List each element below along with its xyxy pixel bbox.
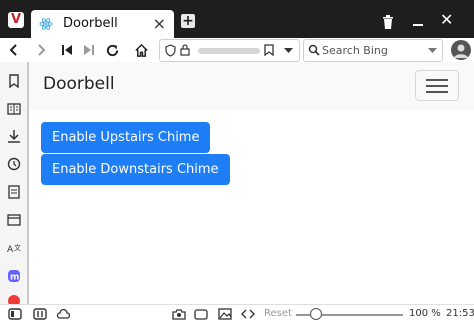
page-title[interactable]: Doorbell [43, 74, 115, 94]
panel-toggle-icon[interactable] [8, 308, 22, 320]
forward-icon[interactable] [31, 40, 51, 60]
back-icon[interactable] [4, 40, 24, 60]
window-panel-icon[interactable] [7, 213, 21, 227]
rewind-icon[interactable] [57, 40, 77, 60]
translate-icon[interactable]: A文 [7, 241, 21, 255]
image-icon[interactable] [218, 308, 232, 320]
search-field[interactable] [303, 39, 443, 62]
tab-doorbell[interactable]: Doorbell × [31, 10, 174, 38]
clock: 21:53 [446, 308, 474, 319]
svg-text:文: 文 [14, 243, 21, 252]
capture-icon[interactable] [172, 308, 186, 320]
close-icon[interactable]: × [153, 14, 166, 33]
tiling-icon[interactable] [33, 308, 47, 320]
history-icon[interactable] [7, 157, 21, 171]
home-icon[interactable] [131, 40, 151, 60]
minimize-icon[interactable] [413, 24, 423, 26]
side-panel: A文 m [0, 62, 28, 307]
shield-icon[interactable] [165, 44, 176, 57]
status-bar: Reset 100 % 21:53 [0, 304, 474, 323]
reload-icon[interactable] [102, 40, 122, 60]
zoom-reset-button[interactable]: Reset [264, 308, 292, 319]
window-icon[interactable] [194, 308, 208, 320]
navbar: Doorbell [29, 62, 474, 110]
dropdown-icon[interactable] [284, 48, 293, 54]
new-tab-icon[interactable]: + [181, 14, 195, 28]
web-page: Doorbell Enable Upstairs Chime Enable Do… [29, 62, 474, 304]
tab-bar: V Doorbell × + ✕ [0, 0, 474, 38]
notes-icon[interactable] [7, 185, 21, 199]
svg-text:A: A [7, 245, 14, 255]
mastodon-icon[interactable]: m [7, 269, 21, 283]
trash-icon[interactable] [380, 14, 396, 30]
search-input[interactable] [322, 42, 422, 58]
lock-icon[interactable] [180, 44, 190, 56]
search-icon [308, 44, 320, 56]
vivaldi-logo[interactable]: V [8, 12, 24, 28]
tab-title: Doorbell [63, 16, 118, 31]
react-favicon [39, 18, 53, 30]
menu-toggle-button[interactable] [415, 70, 459, 101]
bookmark-icon[interactable] [264, 44, 274, 56]
bookmarks-panel-icon[interactable] [7, 74, 21, 88]
profile-icon[interactable] [451, 40, 471, 60]
hamburger-icon-line [426, 91, 448, 93]
sync-cloud-icon[interactable] [56, 308, 70, 320]
zoom-slider-handle[interactable] [310, 308, 322, 320]
reading-list-icon[interactable] [7, 102, 21, 116]
address-field[interactable] [159, 39, 300, 62]
address-bar [0, 38, 474, 62]
window-close-icon[interactable]: ✕ [440, 10, 453, 29]
enable-downstairs-chime-button[interactable]: Enable Downstairs Chime [41, 154, 230, 185]
hamburger-icon-line [426, 85, 448, 87]
fast-forward-icon[interactable] [79, 40, 99, 60]
url-text [198, 48, 260, 54]
enable-upstairs-chime-button[interactable]: Enable Upstairs Chime [41, 122, 211, 153]
svg-text:m: m [10, 273, 19, 283]
code-icon[interactable] [241, 308, 255, 320]
dropdown-icon[interactable] [428, 48, 437, 54]
hamburger-icon-line [426, 79, 448, 81]
downloads-icon[interactable] [7, 129, 21, 143]
zoom-level: 100 % [409, 308, 441, 319]
